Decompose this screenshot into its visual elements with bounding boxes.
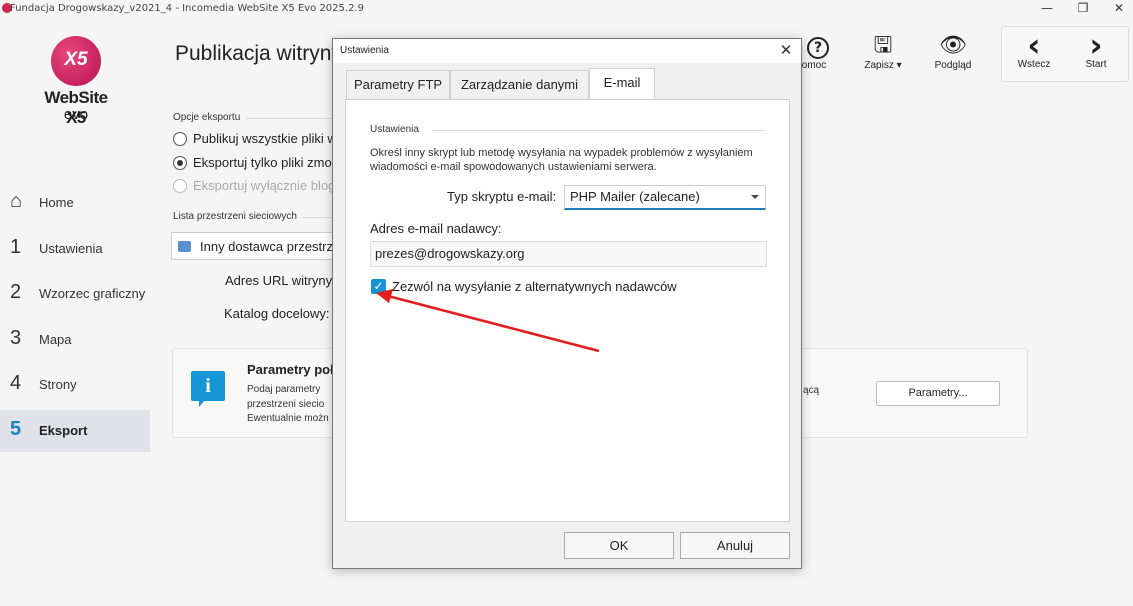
step-number: 2 xyxy=(10,281,22,303)
info-text: Podaj parametry xyxy=(247,384,321,395)
eye-icon: 👁 xyxy=(939,33,967,58)
chevron-right-icon: › xyxy=(1089,26,1103,64)
group-label: Ustawienia xyxy=(370,124,419,135)
radio-button xyxy=(173,179,187,193)
logo-mark: X5 xyxy=(51,36,101,86)
window-title: Fundacja Drogowskazy_v2021_4 - Incomedia… xyxy=(10,3,364,14)
sidebar-item-label: Home xyxy=(39,195,74,210)
tab-email[interactable]: E-mail xyxy=(589,68,655,100)
sidebar-item-ustawienia[interactable]: 1 Ustawienia xyxy=(0,228,150,270)
url-label: Adres URL witryny: xyxy=(225,273,336,288)
tab-data-management[interactable]: Zarządzanie danymi xyxy=(450,70,589,100)
email-tab-panel: Ustawienia Określ inny skrypt lub metodę… xyxy=(345,99,790,522)
step-number: 5 xyxy=(10,418,22,440)
sender-label: Adres e-mail nadawcy: xyxy=(370,221,502,236)
sidebar-item-home[interactable]: ⌂ Home xyxy=(0,182,150,224)
sidebar-item-label: Wzorzec graficzny xyxy=(39,286,146,301)
divider xyxy=(432,130,766,131)
cancel-button[interactable]: Anuluj xyxy=(680,532,790,559)
sidebar: X5 WebSite X5 evo ⌂ Home 1 Ustawienia 2 … xyxy=(0,18,160,606)
step-number: 1 xyxy=(10,236,22,258)
folder-label: Katalog docelowy: xyxy=(224,306,330,321)
network-list-label: Lista przestrzeni sieciowych xyxy=(173,211,297,222)
sidebar-item-label: Mapa xyxy=(39,332,72,347)
close-window-button[interactable]: ✕ xyxy=(1104,0,1133,18)
close-icon[interactable]: ✕ xyxy=(777,41,795,59)
sidebar-item-strony[interactable]: 4 Strony xyxy=(0,364,150,406)
back-button[interactable]: ‹ Wstecz xyxy=(1012,26,1056,77)
info-text: ącą xyxy=(803,385,820,396)
description-text: Określ inny skrypt lub metodę wysyłania … xyxy=(370,147,753,173)
script-type-select[interactable]: PHP Mailer (zalecane) xyxy=(564,185,766,210)
info-text: Ewentualnie możn xyxy=(247,413,329,424)
divider xyxy=(246,118,332,119)
info-icon: i xyxy=(191,371,225,407)
logo-edition: evo xyxy=(63,106,89,123)
divider xyxy=(302,217,332,218)
provider-icon xyxy=(178,241,191,252)
save-icon: 🖫 xyxy=(873,33,893,58)
sidebar-item-mapa[interactable]: 3 Mapa xyxy=(0,319,150,361)
info-title: Parametry połą xyxy=(247,362,341,377)
chevron-left-icon: ‹ xyxy=(1027,26,1041,64)
sidebar-item-label: Strony xyxy=(39,377,77,392)
minimize-button[interactable]: — xyxy=(1032,0,1062,18)
allow-alternative-senders-checkbox[interactable]: ✓ xyxy=(371,279,386,294)
window-titlebar: Fundacja Drogowskazy_v2021_4 - Incomedia… xyxy=(0,0,1133,18)
sidebar-item-wzorzec[interactable]: 2 Wzorzec graficzny xyxy=(0,273,150,315)
chevron-down-icon xyxy=(751,195,759,199)
dialog-title: Ustawienia xyxy=(340,45,389,56)
step-number: 4 xyxy=(10,372,22,394)
sidebar-item-label: Eksport xyxy=(39,423,88,438)
settings-dialog: Ustawienia ✕ Parametry FTP Zarządzanie d… xyxy=(332,38,802,569)
script-type-label: Typ skryptu e-mail: xyxy=(447,189,557,204)
sidebar-item-label: Ustawienia xyxy=(39,241,103,256)
home-icon: ⌂ xyxy=(10,190,23,212)
page-title: Publikacja witryny xyxy=(175,42,342,65)
help-icon: ? xyxy=(800,32,836,60)
export-options-label: Opcje eksportu xyxy=(173,112,241,123)
save-button[interactable]: 🖫 Zapisz ▾ xyxy=(860,32,906,78)
radio-button[interactable] xyxy=(173,156,187,170)
navigation-group: ‹ Wstecz › Start xyxy=(1001,26,1129,82)
preview-button[interactable]: 👁 Podgląd xyxy=(930,32,976,78)
restore-button[interactable]: ❐ xyxy=(1068,0,1098,18)
radio-button[interactable] xyxy=(173,132,187,146)
provider-select[interactable]: Inny dostawca przestrze xyxy=(171,232,341,260)
forward-button[interactable]: › Start xyxy=(1074,26,1118,77)
parameters-button[interactable]: Parametry... xyxy=(876,381,1000,406)
sidebar-item-eksport[interactable]: 5 Eksport xyxy=(0,410,150,452)
tab-ftp[interactable]: Parametry FTP xyxy=(346,70,450,100)
checkbox-label[interactable]: Zezwól na wysyłanie z alternatywnych nad… xyxy=(392,279,677,294)
dialog-titlebar: Ustawienia ✕ xyxy=(333,39,801,63)
sender-email-field[interactable]: prezes@drogowskazy.org xyxy=(370,241,767,267)
step-number: 3 xyxy=(10,327,22,349)
info-text: przestrzeni siecio xyxy=(247,399,325,410)
ok-button[interactable]: OK xyxy=(564,532,674,559)
